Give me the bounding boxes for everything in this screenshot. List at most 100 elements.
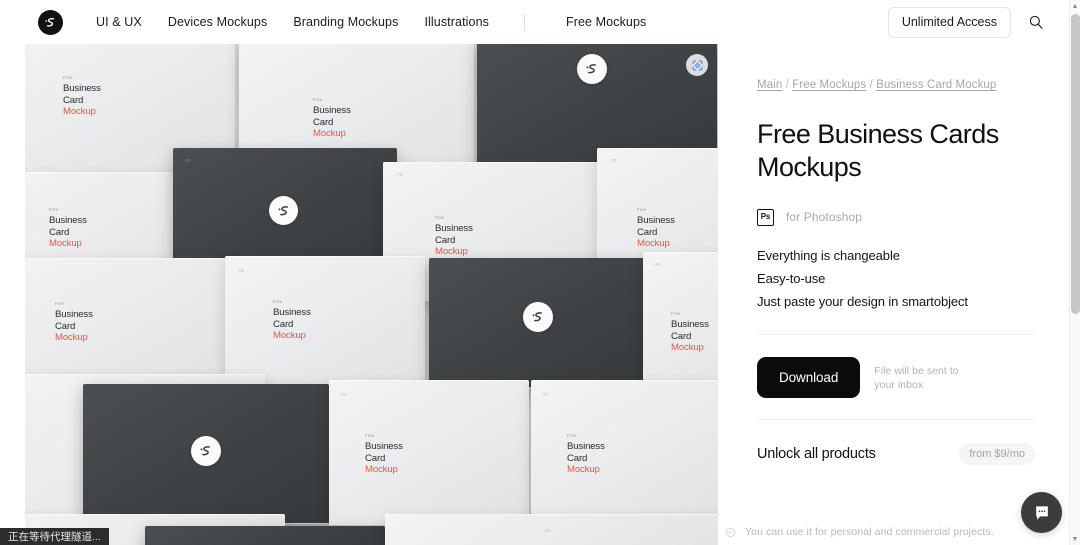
focus-target-icon[interactable] — [686, 54, 708, 76]
nav-item-free-mockups[interactable]: Free Mockups — [553, 0, 659, 44]
card-copy: Free Business Card Mockup — [63, 75, 101, 118]
search-icon[interactable] — [1025, 11, 1047, 33]
card-line-3: Mockup — [637, 238, 670, 250]
primary-navigation: UI & UX Devices Mockups Branding Mockups… — [83, 0, 659, 44]
card-copy: Free Business Card Mockup — [55, 301, 93, 344]
card-line-2: Card — [567, 452, 588, 464]
card-line-2: Card — [63, 94, 84, 106]
chat-bubble-icon[interactable] — [1021, 492, 1062, 533]
scroll-down-arrow-icon[interactable]: ▼ — [1070, 533, 1080, 545]
mockup-card: Free Business Card Mockup #2 — [531, 380, 718, 526]
ls-monogram-icon — [586, 64, 596, 74]
nav-divider — [523, 13, 525, 31]
card-logo-badge — [191, 436, 221, 466]
page-scrollbar[interactable]: ▲ ▼ — [1069, 0, 1080, 545]
feature-item: Just paste your design in smartobject — [757, 293, 968, 309]
breadcrumb-separator: / — [866, 79, 877, 91]
card-line-2: Card — [365, 452, 386, 464]
card-copy: Free Business Card Mockup — [365, 433, 403, 476]
card-line-2: Card — [55, 320, 76, 332]
mockup-card — [145, 526, 385, 545]
feature-item: Easy-to-use — [757, 270, 826, 286]
scroll-up-arrow-icon[interactable]: ▲ — [1070, 0, 1080, 12]
breadcrumb-separator: / — [782, 79, 793, 91]
nav-item-devices-mockups[interactable]: Devices Mockups — [155, 0, 280, 44]
page-title: Free Business Cards Mockups — [757, 118, 999, 182]
nav-item-branding-mockups[interactable]: Branding Mockups — [280, 0, 411, 44]
card-line-1: Business — [313, 105, 351, 117]
unlimited-access-button[interactable]: Unlimited Access — [887, 6, 1011, 38]
card-eyebrow: Free — [273, 299, 283, 304]
card-line-1: Business — [49, 215, 87, 227]
card-eyebrow: Free — [671, 311, 681, 316]
card-eyebrow: Free — [55, 301, 65, 306]
breadcrumb-item-business-card-mockup[interactable]: Business Card Mockup — [876, 79, 996, 91]
card-line-2: Card — [273, 318, 294, 330]
nav-item-ui-ux[interactable]: UI & UX — [83, 0, 155, 44]
mockup-card: Free Business Card Mockup #4 — [25, 258, 235, 388]
product-detail-panel: Main / Free Mockups / Business Card Mock… — [718, 44, 1069, 506]
unlock-all-products-row[interactable]: Unlock all products from $9/mo — [757, 443, 1035, 466]
browser-status-bar: 正在等待代理隧道... — [0, 528, 109, 545]
card-eyebrow: Free — [435, 215, 445, 220]
ls-monogram-icon — [278, 205, 288, 215]
ls-monogram-icon — [200, 446, 210, 456]
card-line-3: Mockup — [313, 128, 346, 140]
download-section: Download File will be sent to your inbox — [757, 357, 1035, 399]
nav-item-illustrations[interactable]: Illustrations — [411, 0, 502, 44]
card-number: #2 — [543, 392, 549, 397]
site-header: UI & UX Devices Mockups Branding Mockups… — [0, 0, 1069, 44]
ls-monogram-icon — [45, 17, 55, 27]
unlock-price-badge: from $9/mo — [959, 443, 1035, 466]
card-copy: Free Business Card Mockup — [671, 311, 709, 354]
product-preview-image[interactable]: Free Business Card Mockup Free Business … — [25, 44, 718, 545]
card-number: #3 — [611, 158, 617, 163]
software-compatibility: Ps for Photoshop — [757, 208, 1035, 226]
card-number: #4 — [545, 528, 551, 533]
license-note-text: You can use it for personal and commerci… — [745, 526, 994, 538]
card-number: #1 — [185, 158, 191, 163]
photoshop-icon: Ps — [757, 208, 774, 226]
card-line-3: Mockup — [49, 238, 82, 250]
card-line-2: Card — [435, 234, 456, 246]
breadcrumb-item-main[interactable]: Main — [757, 79, 782, 91]
card-eyebrow: Free — [567, 433, 577, 438]
card-copy: Free Business Card Mockup — [313, 97, 351, 140]
card-line-1: Business — [63, 83, 101, 95]
card-line-3: Mockup — [365, 464, 398, 476]
card-eyebrow: Free — [63, 75, 73, 80]
ls-monogram-icon — [532, 312, 542, 322]
card-line-2: Card — [49, 226, 70, 238]
brand-logo[interactable] — [38, 9, 63, 35]
card-logo-badge — [269, 196, 298, 225]
scrollbar-thumb[interactable] — [1071, 14, 1080, 314]
card-line-3: Mockup — [671, 342, 704, 354]
card-line-1: Business — [671, 319, 709, 331]
card-line-2: Card — [637, 226, 658, 238]
license-badge-icon — [726, 527, 735, 537]
mockup-card: Free Business Card Mockup #5 — [225, 256, 425, 390]
browser-viewport: UI & UX Devices Mockups Branding Mockups… — [0, 0, 1080, 545]
feature-item: Everything is changeable — [757, 247, 900, 263]
panel-divider — [757, 334, 1035, 336]
license-note: You can use it for personal and commerci… — [718, 526, 1069, 538]
card-copy: Free Business Card Mockup — [49, 207, 87, 250]
card-line-1: Business — [435, 223, 473, 235]
chat-bubble-glyph — [1035, 505, 1048, 520]
card-line-3: Mockup — [55, 332, 88, 344]
card-copy: Free Business Card Mockup — [567, 433, 605, 476]
card-number: #1 — [341, 392, 347, 397]
card-line-1: Business — [365, 441, 403, 453]
card-line-3: Mockup — [567, 464, 600, 476]
card-logo-badge — [523, 302, 553, 332]
card-eyebrow: Free — [49, 207, 59, 212]
download-note: File will be sent to your inbox — [874, 364, 959, 391]
download-button[interactable]: Download — [757, 357, 861, 399]
card-number: #2 — [397, 172, 403, 177]
card-eyebrow: Free — [365, 433, 375, 438]
card-line-1: Business — [637, 215, 675, 227]
mockup-card — [83, 384, 329, 524]
card-line-2: Card — [313, 116, 334, 128]
breadcrumb: Main / Free Mockups / Business Card Mock… — [757, 77, 1035, 94]
breadcrumb-item-free-mockups[interactable]: Free Mockups — [792, 79, 866, 91]
